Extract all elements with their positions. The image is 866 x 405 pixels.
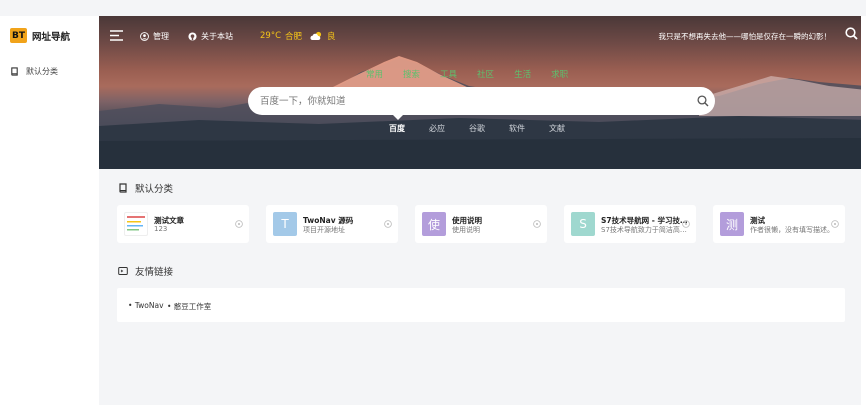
search-box bbox=[248, 87, 715, 115]
right-edge bbox=[861, 16, 866, 405]
engine-google[interactable]: 谷歌 bbox=[469, 123, 485, 134]
search-submit-icon[interactable] bbox=[697, 95, 709, 107]
book-icon bbox=[11, 67, 18, 76]
engine-caret bbox=[393, 115, 403, 120]
weather-widget[interactable]: 29°C 合肥 良 bbox=[260, 30, 336, 42]
top-bar: 管理 关于本站 29°C 合肥 良 我只是不想再失去他——哪怕是仅存在一瞬的幻影… bbox=[99, 16, 866, 56]
manage-link[interactable]: 管理 bbox=[140, 31, 169, 42]
card-desc: 项目开源地址 bbox=[303, 226, 345, 234]
card-thumbnail: 使 bbox=[422, 212, 446, 236]
card-desc: 123 bbox=[154, 225, 168, 233]
hero-banner: 管理 关于本站 29°C 合肥 良 我只是不想再失去他——哪怕是仅存在一瞬的幻影… bbox=[99, 16, 866, 169]
github-icon bbox=[188, 32, 197, 41]
about-link[interactable]: 关于本站 bbox=[188, 31, 233, 42]
search-engine-tabs: 百度 必应 谷歌 软件 文献 bbox=[389, 123, 589, 134]
card-desc: S7技术导航致力于简洁高… bbox=[601, 226, 687, 234]
air-quality: 良 bbox=[327, 32, 336, 42]
card-thumbnail: 测 bbox=[720, 212, 744, 236]
card-thumbnail: T bbox=[273, 212, 297, 236]
friend-link[interactable]: • 憨豆工作室 bbox=[167, 301, 211, 312]
tab-tools[interactable]: 工具 bbox=[440, 68, 457, 80]
tab-jobs[interactable]: 求职 bbox=[551, 68, 568, 80]
section-default-title: 默认分类 bbox=[135, 184, 174, 195]
section-friend-links: 友情链接 bbox=[118, 264, 173, 278]
link-card[interactable]: 测试文章 123 bbox=[117, 205, 249, 243]
weather-city: 合肥 bbox=[285, 32, 303, 42]
user-icon bbox=[140, 32, 149, 41]
section-default: 默认分类 bbox=[118, 181, 173, 195]
category-tabs: 常用 搜索 工具 社区 生活 求职 bbox=[366, 68, 588, 80]
weather-temp: 29°C bbox=[260, 31, 282, 41]
info-icon[interactable] bbox=[682, 220, 690, 228]
manage-label: 管理 bbox=[153, 32, 169, 41]
book-icon bbox=[119, 183, 127, 193]
link-card[interactable]: 使 使用说明 使用说明 bbox=[415, 205, 547, 243]
engine-bing[interactable]: 必应 bbox=[429, 123, 445, 134]
card-desc: 作者很懒，没有填写描述。 bbox=[750, 226, 834, 234]
brand-logo: BT bbox=[10, 28, 27, 43]
friend-link-label: TwoNav bbox=[134, 301, 164, 310]
sidebar-item-default[interactable]: 默认分类 bbox=[10, 66, 58, 77]
brand-name: 网址导航 bbox=[32, 31, 71, 43]
tab-search[interactable]: 搜索 bbox=[403, 68, 420, 80]
menu-icon[interactable] bbox=[110, 30, 123, 41]
sidebar: BT 网址导航 默认分类 bbox=[0, 16, 99, 405]
friend-link-label: 憨豆工作室 bbox=[173, 302, 212, 311]
engine-baidu[interactable]: 百度 bbox=[389, 123, 405, 134]
brand[interactable]: BT 网址导航 bbox=[10, 28, 70, 43]
tab-community[interactable]: 社区 bbox=[477, 68, 494, 80]
cloud-sun-icon bbox=[310, 31, 322, 40]
engine-literature[interactable]: 文献 bbox=[549, 123, 565, 134]
sidebar-item-label: 默认分类 bbox=[26, 67, 58, 76]
link-card-icon bbox=[118, 267, 128, 275]
section-friend-links-title: 友情链接 bbox=[135, 267, 174, 278]
info-icon[interactable] bbox=[235, 220, 243, 228]
link-card[interactable]: S S7技术导航网 - 学习技… S7技术导航致力于简洁高… bbox=[564, 205, 696, 243]
engine-software[interactable]: 软件 bbox=[509, 123, 525, 134]
tab-life[interactable]: 生活 bbox=[514, 68, 531, 80]
link-card[interactable]: 测 测试 作者很懒，没有填写描述。 bbox=[713, 205, 845, 243]
search-input[interactable] bbox=[260, 93, 680, 109]
card-thumbnail: S bbox=[571, 212, 595, 236]
article-thumbnail-icon bbox=[127, 216, 145, 231]
friend-links-panel: • TwoNav • 憨豆工作室 bbox=[117, 288, 845, 322]
search-icon[interactable] bbox=[845, 27, 858, 40]
info-icon[interactable] bbox=[533, 220, 541, 228]
about-label: 关于本站 bbox=[201, 32, 233, 41]
slogan: 我只是不想再失去他——哪怕是仅存在一瞬的幻影！ bbox=[658, 32, 832, 41]
tab-common[interactable]: 常用 bbox=[366, 68, 383, 80]
link-card[interactable]: T TwoNav 源码 项目开源地址 bbox=[266, 205, 398, 243]
card-thumbnail bbox=[124, 212, 148, 236]
friend-link[interactable]: • TwoNav bbox=[128, 301, 164, 310]
card-desc: 使用说明 bbox=[452, 226, 480, 234]
info-icon[interactable] bbox=[384, 220, 392, 228]
info-icon[interactable] bbox=[831, 220, 839, 228]
